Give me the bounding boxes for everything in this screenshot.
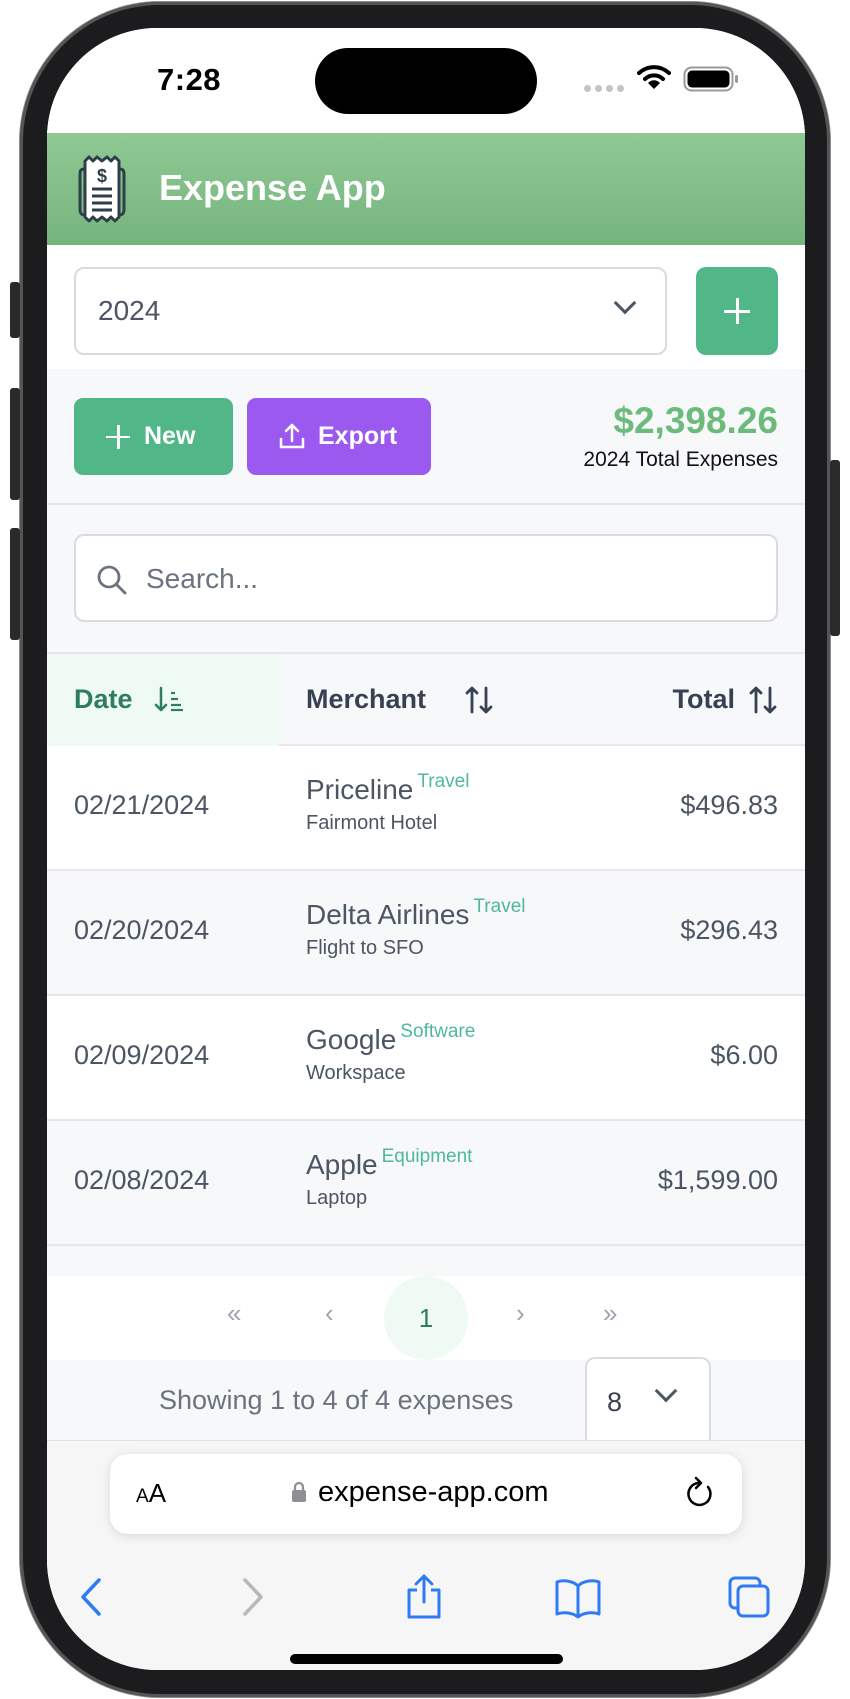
expense-merchant-cell: Apple Equipment Laptop	[306, 1146, 473, 1210]
add-year-button[interactable]	[696, 267, 778, 355]
expense-merchant-cell: Delta Airlines Travel Flight to SFO	[306, 896, 526, 960]
pagination-summary: Showing 1 to 4 of 4 expenses	[159, 1385, 514, 1415]
home-indicator	[290, 1654, 563, 1664]
plus-icon	[106, 424, 130, 449]
expense-date: 02/20/2024	[74, 915, 210, 945]
sort-descending-icon	[154, 686, 183, 712]
expense-description: Flight to SFO	[306, 937, 424, 959]
tabs-icon[interactable]	[727, 1574, 771, 1620]
battery-icon	[683, 66, 738, 92]
search-icon	[97, 565, 127, 595]
app-header: $ Expense App	[47, 133, 805, 245]
table-row[interactable]: 02/21/2024 Priceline Travel Fairmont Hote…	[47, 746, 805, 871]
column-header-label: Merchant	[306, 684, 427, 714]
reload-icon[interactable]	[684, 1476, 716, 1510]
merchant-name: Apple	[306, 1149, 378, 1180]
status-time: 7:28	[157, 62, 222, 97]
page-1-button[interactable]: 1	[384, 1276, 468, 1360]
category-tag: Travel	[417, 771, 470, 792]
previous-page-button[interactable]: ‹	[325, 1298, 334, 1329]
upload-icon	[279, 423, 305, 449]
text-size-button[interactable]: AA	[136, 1478, 166, 1509]
column-header-label: Date	[74, 684, 133, 714]
share-icon[interactable]	[404, 1574, 444, 1620]
page-size-value: 8	[607, 1387, 623, 1417]
svg-text:$: $	[97, 166, 107, 186]
expense-merchant-cell: Google Software Workspace	[306, 1021, 476, 1085]
expense-total: $1,599.00	[657, 1165, 778, 1195]
chevron-down-icon	[654, 1379, 678, 1403]
category-tag: Travel	[473, 896, 526, 917]
table-row[interactable]: 02/20/2024 Delta Airlines Travel Flight t…	[47, 871, 805, 996]
new-expense-button[interactable]: New	[74, 398, 233, 475]
back-icon[interactable]	[79, 1574, 103, 1620]
expenses-table: Date Merchant Total 02/21/2024 Priceline…	[47, 652, 805, 1246]
column-header-date[interactable]: Date	[47, 654, 279, 746]
merchant-name: Delta Airlines	[306, 899, 470, 930]
expense-total: $496.83	[680, 790, 778, 820]
plus-icon	[724, 298, 750, 324]
next-page-button[interactable]: ›	[516, 1298, 525, 1329]
action-button	[10, 282, 20, 338]
table-header: Date Merchant Total	[47, 652, 805, 746]
bookmarks-icon[interactable]	[554, 1574, 602, 1620]
dynamic-island	[315, 48, 537, 114]
expense-date: 02/08/2024	[74, 1165, 210, 1195]
table-row[interactable]: 02/09/2024 Google Software Workspace $6.0…	[47, 996, 805, 1121]
total-expenses-label: 2024 Total Expenses	[583, 448, 778, 471]
cellular-signal-icon	[584, 85, 624, 92]
column-header-total[interactable]: Total	[505, 654, 805, 746]
category-tag: Software	[400, 1021, 476, 1042]
expense-description: Laptop	[306, 1187, 368, 1209]
page-size-select[interactable]: 8	[585, 1357, 711, 1447]
last-page-button[interactable]: »	[603, 1298, 617, 1329]
year-filter-row: 2024	[47, 245, 805, 369]
volume-up-button	[10, 388, 20, 500]
power-button	[830, 460, 840, 636]
expense-date: 02/21/2024	[74, 790, 210, 820]
export-label: Export	[318, 422, 398, 450]
forward-icon[interactable]	[241, 1574, 265, 1620]
first-page-button[interactable]: «	[227, 1298, 241, 1329]
column-header-label: Total	[672, 684, 736, 714]
address-bar[interactable]: AA expense-app.com	[110, 1454, 742, 1534]
table-row[interactable]: 02/08/2024 Apple Equipment Laptop $1,599.…	[47, 1121, 805, 1246]
chevron-down-icon	[613, 291, 637, 315]
merchant-name: Google	[306, 1024, 397, 1055]
expense-description: Fairmont Hotel	[306, 812, 438, 834]
expense-description: Workspace	[306, 1062, 406, 1084]
status-bar: 7:28	[47, 28, 805, 133]
volume-down-button	[10, 528, 20, 640]
category-tag: Equipment	[381, 1146, 473, 1167]
pagination: « ‹ 1 › »	[47, 1276, 805, 1360]
action-bar: New Export $2,398.26 2024 Total Expenses	[47, 369, 805, 505]
screen: 7:28 $ Expense App 2024 New Export $2,39…	[47, 28, 805, 1670]
sort-both-icon	[749, 686, 777, 714]
receipt-dollar-icon: $	[78, 155, 126, 223]
year-select[interactable]: 2024	[74, 267, 667, 355]
year-select-value: 2024	[98, 295, 161, 326]
lock-icon	[292, 1481, 306, 1502]
expense-total: $296.43	[680, 915, 778, 945]
sort-both-icon	[465, 686, 493, 714]
browser-toolbar: AA expense-app.com	[47, 1440, 805, 1670]
expense-date: 02/09/2024	[74, 1040, 210, 1070]
total-expenses-amount: $2,398.26	[613, 400, 778, 441]
url-text: expense-app.com	[318, 1476, 549, 1508]
search-input[interactable]	[146, 554, 746, 604]
wifi-icon	[637, 65, 671, 89]
new-expense-label: New	[144, 422, 196, 450]
app-title: Expense App	[159, 167, 386, 208]
export-button[interactable]: Export	[247, 398, 431, 475]
expense-total: $6.00	[710, 1040, 778, 1070]
expense-merchant-cell: Priceline Travel Fairmont Hotel	[306, 771, 470, 835]
search-box	[74, 534, 778, 622]
merchant-name: Priceline	[306, 774, 414, 805]
